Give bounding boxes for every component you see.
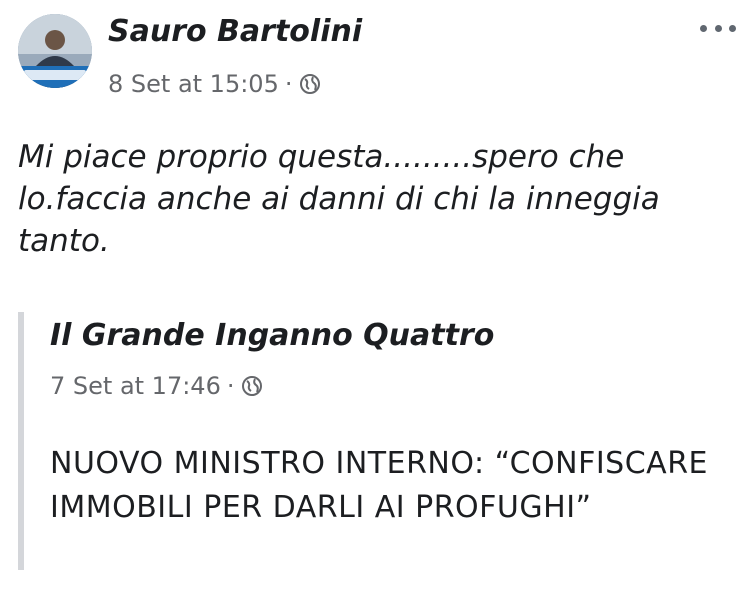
- facebook-post: Sauro Bartolini 8 Set at 15:05 · Mi piac…: [0, 0, 754, 592]
- shared-meta-separator: ·: [226, 372, 235, 400]
- shared-post[interactable]: Il Grande Inganno Quattro 7 Set at 17:46…: [18, 312, 724, 570]
- shared-post-timestamp[interactable]: 7 Set at 17:46: [50, 372, 221, 400]
- globe-icon[interactable]: [241, 375, 263, 397]
- avatar[interactable]: [18, 14, 92, 88]
- post-text: Mi piace proprio questa.........spero ch…: [18, 139, 660, 259]
- shared-author-name[interactable]: Il Grande Inganno Quattro: [50, 318, 494, 353]
- shared-post-meta: 7 Set at 17:46 ·: [50, 372, 263, 400]
- more-options-icon[interactable]: [700, 18, 736, 38]
- avatar-image: [18, 14, 92, 88]
- meta-separator: ·: [284, 70, 293, 98]
- globe-icon[interactable]: [299, 73, 321, 95]
- shared-post-text: NUOVO MINISTRO INTERNO: “CONFISCARE IMMO…: [50, 446, 708, 525]
- author-name[interactable]: Sauro Bartolini: [108, 14, 362, 49]
- post-meta: 8 Set at 15:05 ·: [108, 70, 321, 98]
- post-timestamp[interactable]: 8 Set at 15:05: [108, 70, 279, 98]
